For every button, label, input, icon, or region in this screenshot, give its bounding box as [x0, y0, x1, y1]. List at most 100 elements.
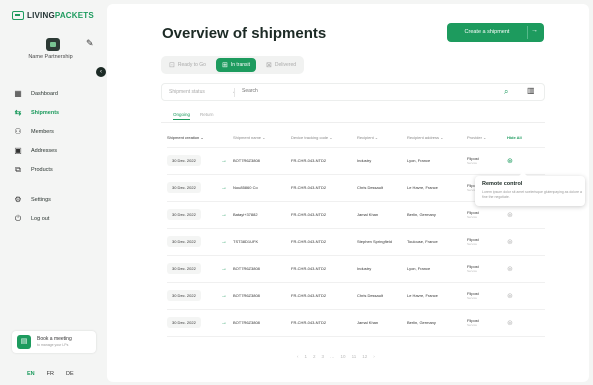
sidebar-item-members[interactable]: ⚇ Members — [14, 122, 59, 141]
page-link[interactable]: › — [373, 354, 375, 359]
column-header[interactable]: Shipment creation ⌄ — [167, 129, 221, 148]
table-row[interactable]: 30 Dec. 2022 → BOT7R6Z3808 FR-CHR-043-NTD2 I… — [167, 147, 545, 175]
date-badge: 30 Dec. 2022 — [167, 236, 201, 247]
cell-date: 30 Dec. 2022 — [167, 228, 221, 256]
cell-remote-control: ⊛ — [507, 147, 545, 175]
search-icon[interactable]: ⌕ — [504, 87, 508, 97]
column-header-label: Shipment creation — [167, 135, 200, 141]
search-input[interactable] — [242, 88, 492, 94]
tab-label: In transit — [230, 62, 251, 68]
collapse-sidebar-button[interactable]: ‹ — [96, 67, 106, 77]
page-link[interactable]: … — [330, 354, 335, 359]
provider-sub: Service — [467, 323, 478, 327]
account-name: Name Partnership — [28, 54, 73, 60]
sidebar-item-label: Shipments — [31, 109, 60, 116]
tab-in-transit[interactable]: ⊞ In transit — [215, 58, 257, 72]
date-badge: 30 Dec. 2022 — [167, 290, 201, 301]
sidebar: LIVINGPACKETS ✎ Name Partnership ‹ ▦ Dash… — [0, 0, 106, 385]
cell-recipient: Jamal Khan — [357, 201, 407, 229]
page-link[interactable]: 12 — [362, 354, 367, 359]
column-header[interactable]: Recipient ⌄ — [357, 129, 407, 148]
tooltip-title: Remote control — [482, 181, 523, 187]
page-link[interactable]: 11 — [352, 354, 357, 359]
cell-recipient: Industry — [357, 255, 407, 283]
remote-control-icon[interactable]: ⊛ — [507, 212, 513, 219]
column-header[interactable]: Shipment name ⌄ — [233, 129, 291, 148]
remote-control-icon[interactable]: ⊛ — [507, 293, 513, 300]
subtab-return[interactable]: Return — [200, 112, 214, 120]
sidebar-item-dashboard[interactable]: ▦ Dashboard — [14, 84, 59, 103]
cell-remote-control: ⊛ — [507, 309, 545, 337]
chevron-down-icon: ⌄ — [199, 135, 204, 141]
cell-code: FR-CHR-043-NTD2 — [291, 174, 357, 202]
power-icon: ⏻ — [14, 213, 22, 223]
edit-icon[interactable]: ✎ — [86, 38, 94, 49]
page-link[interactable]: 1 — [305, 354, 308, 359]
app-root: LIVINGPACKETS ✎ Name Partnership ‹ ▦ Dash… — [0, 0, 593, 385]
page-title: Overview of shipments — [162, 25, 327, 42]
cell-name: Nou85860 Co — [233, 174, 291, 202]
arrow-right-icon[interactable]: → — [531, 27, 538, 34]
page-link[interactable]: 10 — [341, 354, 346, 359]
filter-bar: Shipment status ⌄ ⌕ — [161, 83, 545, 101]
column-header[interactable]: Recipient address ⌄ — [407, 129, 467, 148]
remote-control-icon[interactable]: ⊛ — [507, 320, 513, 327]
sidebar-item-products[interactable]: ⧉ Products — [14, 160, 59, 179]
shipment-subtabs: Ongoing Return — [173, 112, 214, 120]
cell-address: Lyon, France — [407, 255, 467, 283]
sidebar-item-log-out[interactable]: ⏻ Log out — [14, 209, 51, 228]
remote-control-icon[interactable]: ⊛ — [507, 239, 513, 246]
sidebar-item-shipments[interactable]: ⇆ Shipments — [14, 103, 59, 122]
column-header[interactable]: Provider ⌄ — [467, 129, 507, 148]
main-nav: ▦ Dashboard ⇆ Shipments ⚇ Members ▣ Addresses ⧉ P… — [14, 84, 59, 179]
sidebar-item-addresses[interactable]: ▣ Addresses — [14, 141, 59, 160]
language-option-en[interactable]: EN — [27, 371, 35, 377]
calendar-icon: ▤ — [17, 335, 31, 349]
gear-icon: ⚙ — [14, 195, 22, 204]
page-link[interactable]: 3 — [322, 354, 325, 359]
remote-control-tooltip: Remote control Lorem ipsum dolor sit ame… — [475, 172, 585, 206]
create-shipment-button[interactable]: Create a shipment → — [447, 23, 544, 42]
cell-code: FR-CHR-043-NTD2 — [291, 282, 357, 310]
page-link[interactable]: ‹ — [297, 354, 299, 359]
status-select[interactable]: Shipment status ⌄ — [169, 89, 236, 95]
chevron-down-icon: ⌄ — [261, 135, 266, 141]
table-row[interactable]: 30 Dec. 2022 → BOT7R6Z3808 FR-CHR-043-NTD2 I… — [167, 255, 545, 283]
arrow-right-icon: → — [221, 201, 233, 229]
chevron-down-icon: ⌄ — [328, 135, 333, 141]
remote-control-icon[interactable]: ⊛ — [507, 158, 513, 165]
column-header — [221, 129, 233, 148]
column-header[interactable]: Device tracking code ⌄ — [291, 129, 357, 148]
sidebar-item-label: Log out — [31, 215, 50, 222]
tab-ready-to-go[interactable]: ⊡ Ready to Go — [163, 58, 212, 72]
divider — [161, 122, 545, 123]
table-row[interactable]: 30 Dec. 2022 → BOT7R6Z3808 FR-CHR-043-NTD2 C… — [167, 282, 545, 310]
box-icon: ⊡ — [169, 62, 175, 69]
book-meeting-card[interactable]: ▤ Book a meeting to manage your LPs — [12, 331, 96, 353]
page-link[interactable]: 2 — [313, 354, 316, 359]
columns-icon[interactable]: ▥ — [527, 86, 535, 95]
table-row[interactable]: 30 Dec. 2022 → TST38D1UFK FR-CHR-043-NTD2 St… — [167, 228, 545, 256]
language-switcher: EN FR DE — [27, 371, 74, 377]
logo-text-1: LIVING — [27, 11, 55, 20]
column-header-label: Recipient — [357, 135, 374, 141]
sidebar-item-settings[interactable]: ⚙ Settings — [14, 190, 50, 209]
brand-logo[interactable]: LIVINGPACKETS — [12, 11, 94, 20]
sidebar-item-label: Addresses — [31, 147, 57, 154]
provider-sub: Service — [467, 296, 478, 300]
account-avatar[interactable] — [46, 38, 60, 51]
table-row[interactable]: 30 Dec. 2022 → BOT7R6Z3808 FR-CHR-043-NTD2 J… — [167, 309, 545, 337]
hide-all-button[interactable]: Hide All — [507, 129, 545, 148]
language-option-fr[interactable]: FR — [47, 371, 54, 377]
cell-provider: Flipost Service — [467, 228, 507, 256]
cell-recipient: Chris Dessault — [357, 282, 407, 310]
subtab-ongoing[interactable]: Ongoing — [173, 112, 191, 120]
cell-name: Batayi+37882 — [233, 201, 291, 229]
book-meeting-subtitle: to manage your LPs — [37, 343, 69, 347]
main-panel: Overview of shipments Create a shipment … — [107, 4, 589, 382]
tab-delivered[interactable]: ⊠ Delivered — [260, 58, 302, 72]
create-shipment-label: Create a shipment — [464, 29, 510, 35]
language-option-de[interactable]: DE — [66, 371, 74, 377]
remote-control-icon[interactable]: ⊛ — [507, 266, 513, 273]
table-header-row: Shipment creation ⌄ Shipment name ⌄ Device… — [167, 129, 545, 148]
